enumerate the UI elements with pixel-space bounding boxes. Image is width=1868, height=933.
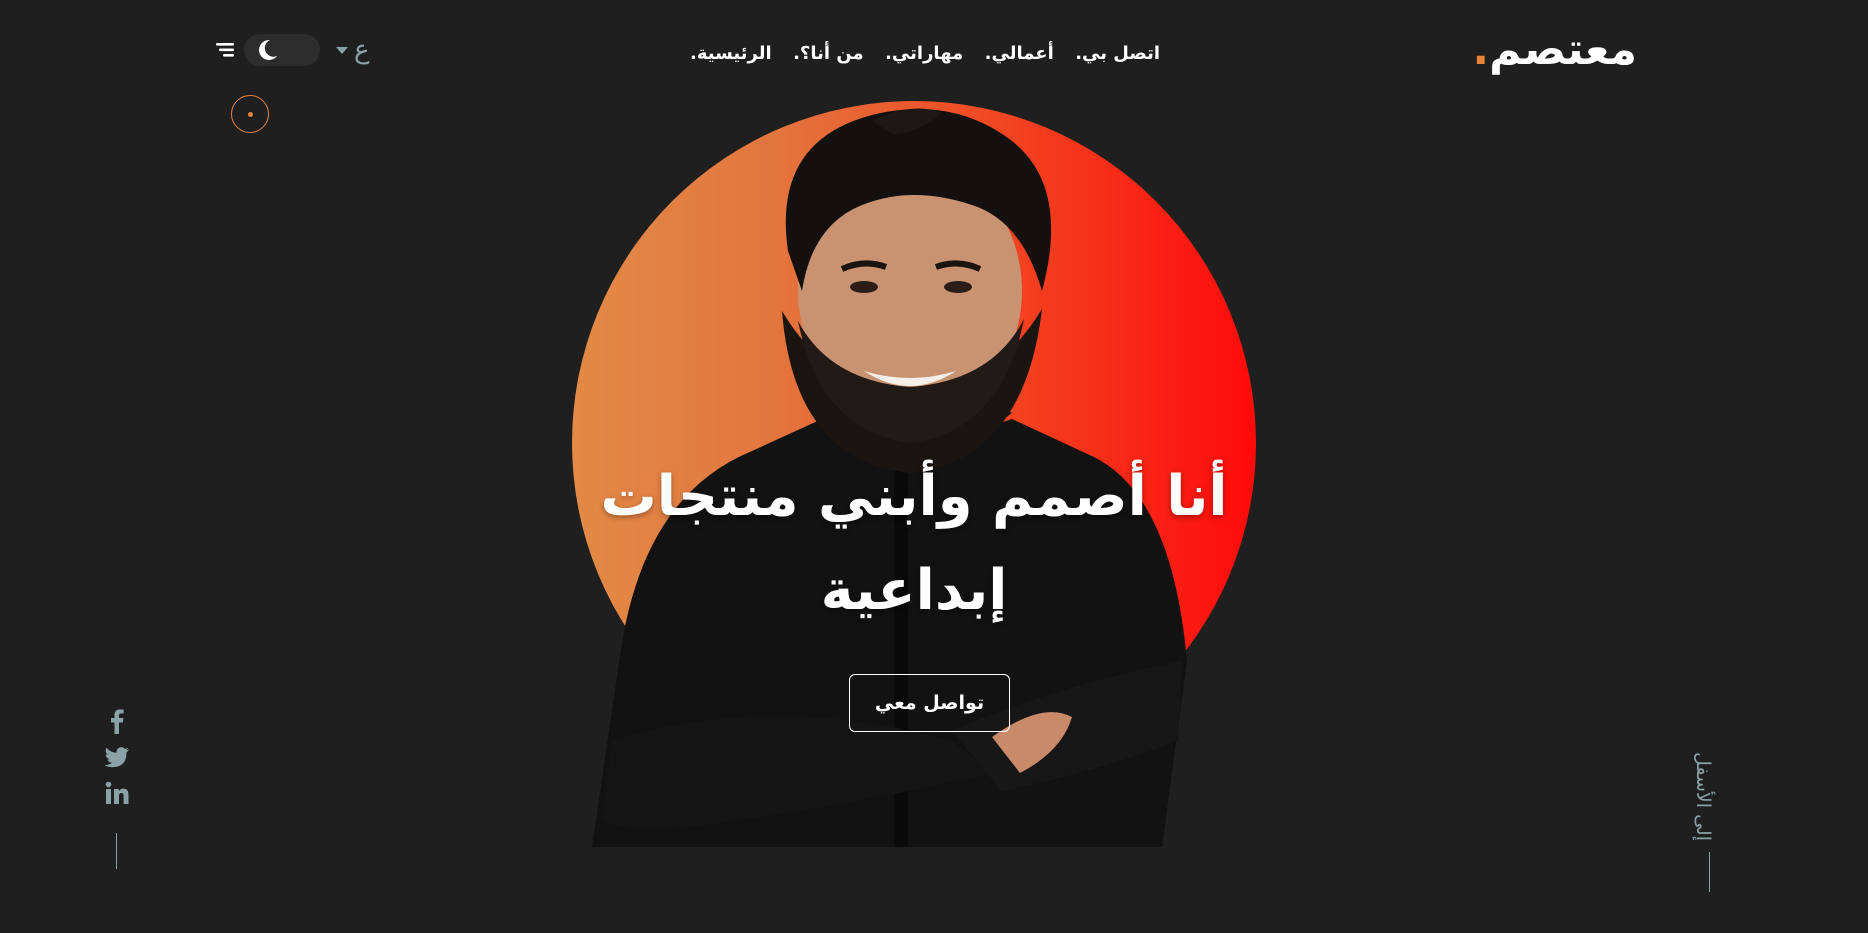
brand-dot: . (1472, 24, 1490, 75)
nav-item-skills[interactable]: مهاراتي. (885, 43, 963, 64)
scroll-down-label: إلى الأسفل (1692, 752, 1714, 841)
main-nav: الرئيسية. من أنا؟. مهاراتي. أعمالي. اتصل… (690, 38, 1160, 68)
header-controls: ع (214, 34, 370, 66)
hero-title: أنا أصمم وأبني منتجات إبداعية (600, 464, 1228, 623)
social-divider-line (116, 833, 117, 869)
language-switch[interactable]: ع (336, 37, 370, 63)
social-links (101, 708, 133, 806)
moon-icon (259, 39, 277, 60)
theme-toggle[interactable] (244, 34, 320, 66)
scroll-down-line (1709, 852, 1710, 892)
nav-item-home[interactable]: الرئيسية. (690, 43, 772, 64)
nav-item-about[interactable]: من أنا؟. (793, 43, 864, 64)
contact-me-button[interactable]: تواصل معي (849, 674, 1010, 732)
menu-lines-icon[interactable] (214, 39, 236, 61)
brand-name: معتصم (1489, 24, 1637, 75)
scroll-down-indicator[interactable]: إلى الأسفل (1692, 752, 1726, 892)
twitter-icon[interactable] (104, 744, 130, 770)
page: معتصم. الرئيسية. من أنا؟. مهاراتي. أعمال… (0, 0, 1868, 933)
nav-item-contact[interactable]: اتصل بي. (1075, 43, 1160, 64)
cursor-circle-marker (231, 95, 269, 133)
brand-logo[interactable]: معتصم. (1472, 24, 1637, 77)
nav-item-works[interactable]: أعمالي. (985, 43, 1054, 64)
linkedin-icon[interactable] (104, 780, 130, 806)
facebook-icon[interactable] (104, 708, 130, 734)
caret-down-icon (336, 46, 348, 54)
language-label: ع (354, 35, 370, 65)
